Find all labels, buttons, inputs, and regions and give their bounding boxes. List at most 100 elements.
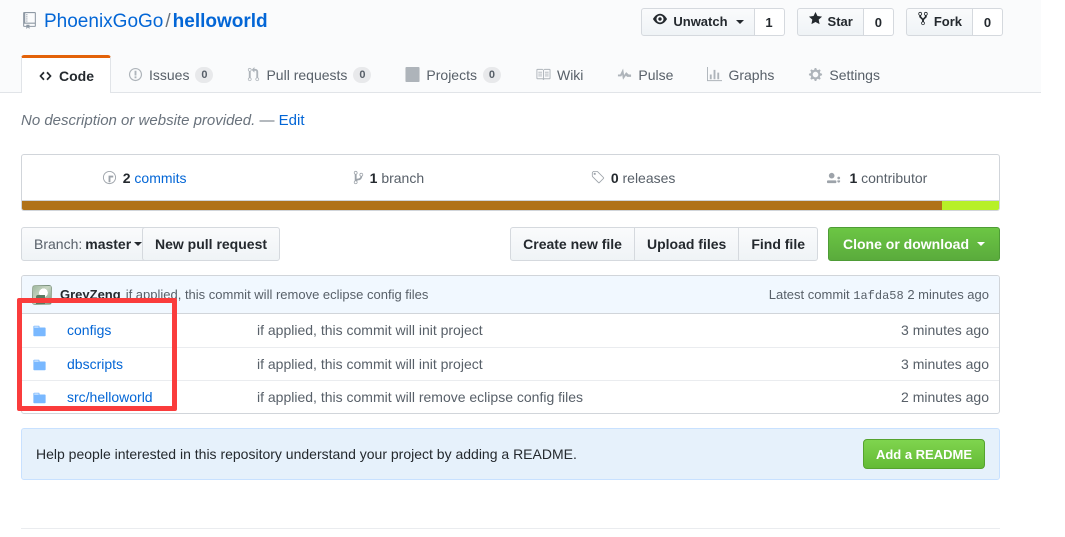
tab-wiki-label: Wiki <box>556 66 584 83</box>
tab-graphs-label: Graphs <box>728 66 775 83</box>
history-icon <box>102 170 117 185</box>
issue-icon <box>128 67 143 82</box>
language-segment-green[interactable] <box>942 201 999 210</box>
new-pull-request-button[interactable]: New pull request <box>142 227 281 261</box>
file-commit-message-cell[interactable]: if applied, this commit will init projec… <box>247 347 849 380</box>
language-bar <box>21 201 1000 211</box>
stargazers-count[interactable]: 0 <box>863 8 894 36</box>
edit-description-link[interactable]: Edit <box>279 112 305 129</box>
contributors-summary[interactable]: 1 contributor <box>755 155 999 200</box>
branches-count: 1 <box>369 169 378 186</box>
latest-commit-bar: GreyZeng if applied, this commit will re… <box>22 276 999 314</box>
releases-label: releases <box>622 169 676 186</box>
latest-commit-meta: Latest commit 1afda58 2 minutes ago <box>769 287 989 303</box>
repo-description-text: No description or website provided. <box>21 112 256 129</box>
forks-count[interactable]: 0 <box>973 8 1003 36</box>
find-file-button[interactable]: Find file <box>739 227 818 261</box>
clone-or-download-button[interactable]: Clone or download <box>828 227 1000 261</box>
file-name-link[interactable]: src/helloworld <box>67 389 153 405</box>
repo-title-separator: / <box>165 11 171 32</box>
tab-code[interactable]: Code <box>21 55 111 93</box>
commit-author-link[interactable]: GreyZeng <box>60 287 121 302</box>
table-row[interactable]: configs if applied, this commit will ini… <box>22 314 999 347</box>
file-commit-message-cell[interactable]: if applied, this commit will remove ecli… <box>247 380 849 413</box>
file-name-link[interactable]: configs <box>67 322 111 338</box>
gear-icon <box>808 67 823 82</box>
latest-commit-age: 2 minutes ago <box>907 286 989 302</box>
file-name-link[interactable]: dbscripts <box>67 356 123 372</box>
readme-prompt-text: Help people interested in this repositor… <box>36 446 577 462</box>
people-icon <box>826 170 843 185</box>
branch-icon <box>353 170 364 185</box>
table-row[interactable]: dbscripts if applied, this commit will i… <box>22 347 999 380</box>
tab-code-label: Code <box>59 67 94 84</box>
tab-graphs[interactable]: Graphs <box>690 55 791 93</box>
tab-projects[interactable]: Projects 0 <box>388 55 518 93</box>
create-new-file-button[interactable]: Create new file <box>510 227 635 261</box>
repo-icon <box>21 12 38 36</box>
file-age-cell: 3 minutes ago <box>901 322 989 339</box>
tab-settings-label: Settings <box>829 66 880 83</box>
watch-button-group: Unwatch 1 <box>641 8 785 36</box>
numbers-summary: 2 commits 1 branch 0 releases 1 contribu… <box>22 155 999 200</box>
file-name-cell: src/helloworld <box>57 380 247 413</box>
commit-sha-link[interactable]: 1afda58 <box>853 289 903 303</box>
fork-button[interactable]: Fork <box>905 8 973 36</box>
file-commit-message-cell[interactable]: if applied, this commit will init projec… <box>247 314 849 347</box>
graph-icon <box>707 67 723 82</box>
branch-current-name: master <box>85 236 132 252</box>
commits-label: commits <box>134 169 187 186</box>
description-dash: — <box>259 112 275 129</box>
file-icon-cell <box>22 347 57 380</box>
upload-files-button[interactable]: Upload files <box>634 227 740 261</box>
chevron-down-icon <box>134 242 143 246</box>
eye-icon <box>652 9 668 35</box>
watchers-count[interactable]: 1 <box>754 8 785 36</box>
fork-icon <box>917 9 929 35</box>
tab-settings[interactable]: Settings <box>791 55 897 93</box>
releases-count: 0 <box>610 169 619 186</box>
file-name-cell: configs <box>57 314 247 347</box>
table-row[interactable]: src/helloworld if applied, this commit w… <box>22 380 999 413</box>
add-readme-button[interactable]: Add a README <box>862 439 985 469</box>
chevron-down-icon <box>735 20 744 24</box>
tab-projects-label: Projects <box>426 66 477 83</box>
star-button-group: Star 0 <box>796 8 894 36</box>
releases-summary[interactable]: 0 releases <box>511 155 755 200</box>
commits-summary[interactable]: 2 commits <box>22 155 266 200</box>
tab-pulse[interactable]: Pulse <box>600 55 690 93</box>
branch-prefix-label: Branch: <box>34 236 83 252</box>
tab-pull-requests[interactable]: Pull requests 0 <box>230 55 388 93</box>
file-icon-cell <box>22 314 57 347</box>
branches-label: branch <box>381 169 425 186</box>
tag-icon <box>590 170 605 185</box>
file-icon-cell <box>22 380 57 413</box>
folder-icon <box>32 324 47 338</box>
repo-header-actions: Unwatch 1 Star 0 Fork 0 <box>641 8 1003 36</box>
tab-pull-requests-count: 0 <box>353 66 372 83</box>
tab-projects-count: 0 <box>482 66 501 83</box>
tab-wiki[interactable]: Wiki <box>518 55 600 93</box>
avatar <box>32 284 52 305</box>
file-action-buttons: Create new file Upload files Find file C… <box>510 227 1000 261</box>
commits-link[interactable]: 2 commits <box>123 170 187 186</box>
repo-title: PhoenixGoGo / helloworld <box>21 10 268 36</box>
unwatch-label: Unwatch <box>673 14 728 29</box>
repo-name-link[interactable]: helloworld <box>173 11 268 32</box>
repository-summary: 2 commits 1 branch 0 releases 1 contribu… <box>21 154 1000 201</box>
repo-nav: Code Issues 0 Pull requests 0 Projects 0… <box>21 55 897 93</box>
pr-icon <box>247 67 260 82</box>
unwatch-button[interactable]: Unwatch <box>641 8 755 36</box>
contributors-label: contributor <box>861 169 928 186</box>
repo-header: PhoenixGoGo / helloworld Unwatch 1 Star … <box>0 0 1041 93</box>
branch-select-button[interactable]: Branch: master <box>21 227 156 261</box>
latest-commit-prefix: Latest commit <box>768 286 850 302</box>
commit-message-link[interactable]: if applied, this commit will remove ecli… <box>126 287 429 302</box>
commits-count: 2 <box>122 169 131 186</box>
language-segment-brown[interactable] <box>22 201 943 210</box>
star-button[interactable]: Star <box>796 8 864 36</box>
repo-owner-link[interactable]: PhoenixGoGo <box>44 11 163 32</box>
tab-issues[interactable]: Issues 0 <box>111 55 230 93</box>
branches-summary[interactable]: 1 branch <box>266 155 510 200</box>
tab-pull-requests-label: Pull requests <box>266 66 348 83</box>
